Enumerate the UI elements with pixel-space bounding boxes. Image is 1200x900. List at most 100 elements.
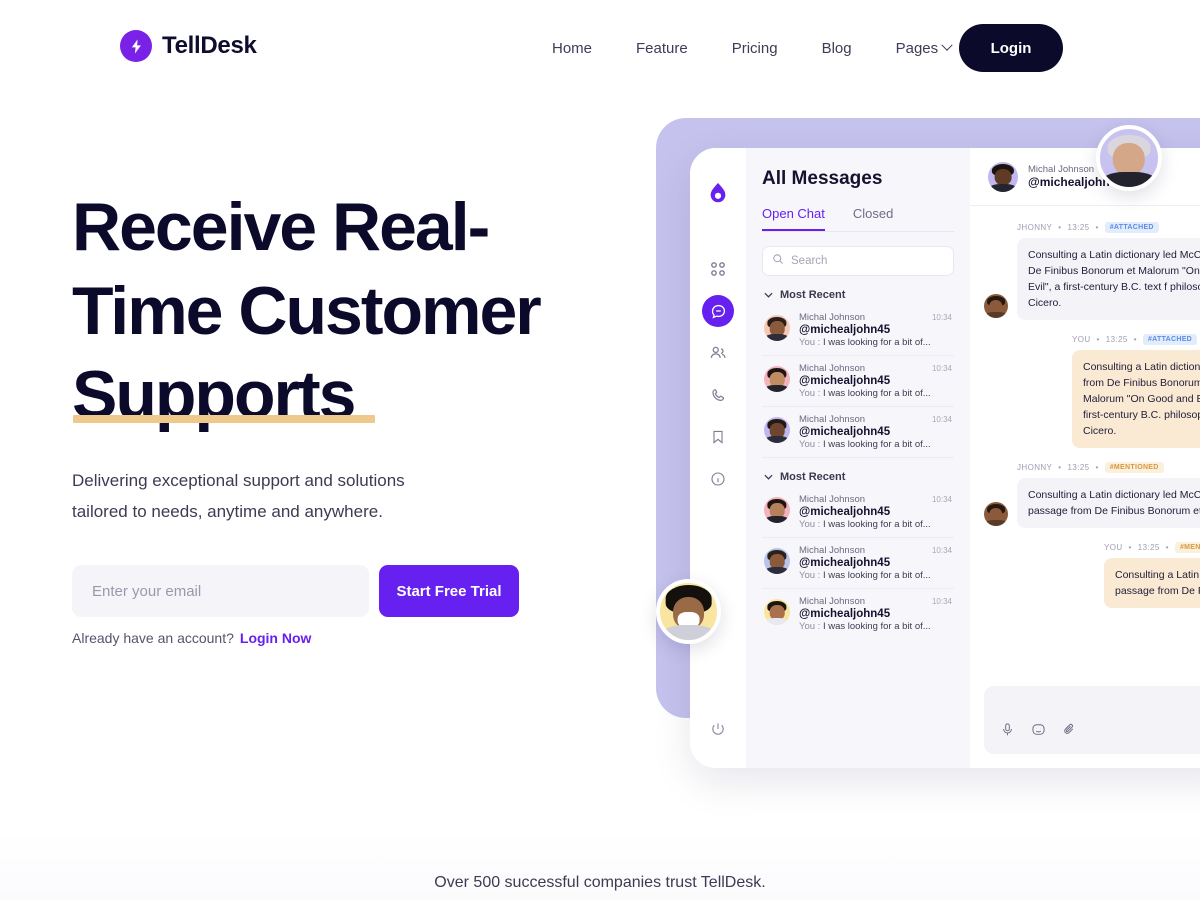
chat-bubble-icon[interactable] bbox=[702, 295, 734, 327]
preview-prefix: You : bbox=[799, 388, 821, 399]
message-group: JHONNY • 13:25 • #MENTIONED Consulting a L… bbox=[984, 462, 1200, 528]
login-button[interactable]: Login bbox=[959, 24, 1063, 72]
hero-copy: Receive Real- Time Customer Supports bbox=[72, 185, 612, 437]
trust-text: Over 500 successful companies trust Tell… bbox=[434, 874, 766, 891]
contact-handle: @michealjohn45 bbox=[799, 506, 891, 518]
message-author: YOU bbox=[1072, 335, 1091, 344]
timestamp: 10:34 bbox=[931, 546, 952, 555]
message-author: JHONNY bbox=[1017, 463, 1053, 472]
app-window: All Messages Open Chat Closed Most Recen… bbox=[690, 148, 1200, 768]
brand-logo[interactable]: TellDesk bbox=[120, 30, 257, 62]
timestamp: 10:34 bbox=[931, 364, 952, 373]
contact-handle: @michealjohn45 bbox=[799, 426, 891, 438]
contact-handle: @michealjohn45 bbox=[799, 608, 891, 620]
signup-form: Start Free Trial bbox=[72, 565, 519, 617]
chat-header: Michal Johnson @michealjohn45 bbox=[970, 148, 1200, 206]
message-author: YOU bbox=[1104, 543, 1123, 552]
list-item[interactable]: Michal Johnson 10:34 @michealjohn45 You :… bbox=[762, 487, 954, 538]
login-now-link[interactable]: Login Now bbox=[240, 630, 312, 646]
nav-label: Pages bbox=[895, 39, 939, 57]
message-composer[interactable] bbox=[984, 686, 1200, 754]
emoji-icon[interactable] bbox=[1031, 722, 1046, 742]
chat-panel: Michal Johnson @michealjohn45 JHONNY • 13… bbox=[970, 148, 1200, 768]
timestamp: 10:34 bbox=[931, 313, 952, 322]
message-meta: YOU• 13:25• #MENTIONED bbox=[1104, 542, 1200, 553]
list-item[interactable]: Michal Johnson 10:34 @michealjohn45 You :… bbox=[762, 356, 954, 407]
section-most-recent-2[interactable]: Most Recent bbox=[764, 471, 954, 483]
nav-label: Home bbox=[552, 39, 593, 57]
table-row: Consulting a Latin dic a passage from De… bbox=[984, 558, 1200, 608]
tab-open-chat[interactable]: Open Chat bbox=[762, 206, 825, 231]
contact-handle: @michealjohn45 bbox=[799, 557, 891, 569]
nav-label: Feature bbox=[636, 39, 688, 57]
preview-prefix: You : bbox=[799, 337, 821, 348]
contact-handle: @michealjohn45 bbox=[799, 375, 891, 387]
landing-page: TellDesk Home Feature Pricing Blog Pages… bbox=[0, 0, 1200, 900]
preview-text: I was looking for a bit of... bbox=[822, 570, 931, 581]
list-item[interactable]: Michal Johnson 10:34 @michealjohn45 You :… bbox=[762, 589, 954, 639]
phone-icon[interactable] bbox=[702, 379, 734, 411]
bookmark-icon[interactable] bbox=[702, 421, 734, 453]
contact-name: Michal Johnson bbox=[799, 494, 866, 505]
grid-dashboard-icon[interactable] bbox=[702, 253, 734, 285]
preview-prefix: You : bbox=[799, 519, 821, 530]
avatar bbox=[988, 161, 1018, 192]
hero-subtitle: Delivering exceptional support and solut… bbox=[72, 471, 405, 521]
start-free-trial-button[interactable]: Start Free Trial bbox=[379, 565, 519, 617]
floating-avatar-top-right bbox=[1096, 125, 1162, 191]
search-box[interactable] bbox=[762, 246, 954, 276]
section-most-recent-1[interactable]: Most Recent bbox=[764, 289, 954, 301]
timestamp: 10:34 bbox=[931, 495, 952, 504]
message-time: 13:25 bbox=[1137, 543, 1160, 552]
avatar bbox=[764, 417, 790, 443]
attachment-icon[interactable] bbox=[1062, 722, 1077, 742]
message-preview: You : I was looking for a bit of... bbox=[799, 337, 952, 348]
tab-closed[interactable]: Closed bbox=[853, 206, 893, 231]
nav-item-blog[interactable]: Blog bbox=[800, 36, 874, 60]
preview-text: I was looking for a bit of... bbox=[822, 621, 931, 632]
message-bubble: Consulting a Latin dictionary led Mc fro… bbox=[1072, 350, 1200, 448]
search-input[interactable] bbox=[791, 255, 944, 267]
preview-prefix: You : bbox=[799, 621, 821, 632]
nav-item-home[interactable]: Home bbox=[540, 36, 614, 60]
avatar bbox=[764, 315, 790, 341]
microphone-icon[interactable] bbox=[1000, 722, 1015, 742]
message-preview: You : I was looking for a bit of... bbox=[799, 570, 952, 581]
message-time: 13:25 bbox=[1067, 463, 1090, 472]
account-prompt: Already have an account? Login Now bbox=[72, 630, 311, 646]
section-label: Most Recent bbox=[780, 289, 846, 301]
message-meta: YOU • 13:25 • #ATTACHED bbox=[1072, 334, 1200, 345]
people-icon[interactable] bbox=[702, 337, 734, 369]
list-item[interactable]: Michal Johnson 10:34 @michealjohn45 You :… bbox=[762, 407, 954, 458]
status-badge: #MENTIONED bbox=[1104, 462, 1164, 473]
nav-item-feature[interactable]: Feature bbox=[614, 36, 710, 60]
info-circle-icon[interactable] bbox=[702, 463, 734, 495]
avatar bbox=[984, 294, 1008, 318]
message-bubble: Consulting a Latin dic a passage from De… bbox=[1104, 558, 1200, 608]
status-badge: #ATTACHED bbox=[1142, 334, 1198, 345]
main-nav: Home Feature Pricing Blog Pages bbox=[540, 36, 973, 60]
table-row: Consulting a Latin dictionary led McClin… bbox=[984, 478, 1200, 528]
preview-prefix: You : bbox=[799, 439, 821, 450]
contact-name: Michal Johnson bbox=[799, 312, 866, 323]
preview-text: I was looking for a bit of... bbox=[822, 519, 931, 530]
nav-item-pricing[interactable]: Pricing bbox=[710, 36, 800, 60]
message-bubble: Consulting a Latin dictionary led McClin… bbox=[1017, 478, 1200, 528]
list-item[interactable]: Michal Johnson 10:34 @michealjohn45 You :… bbox=[762, 538, 954, 589]
power-icon[interactable] bbox=[710, 721, 726, 742]
contact-handle: @michealjohn45 bbox=[799, 324, 891, 336]
lightning-bolt-icon bbox=[120, 30, 152, 62]
chevron-down-icon bbox=[764, 471, 773, 483]
contact-name: Michal Johnson bbox=[799, 414, 866, 425]
message-preview: You : I was looking for a bit of... bbox=[799, 519, 952, 530]
app-sidebar bbox=[690, 148, 746, 768]
brand-name: TellDesk bbox=[162, 32, 257, 59]
messages-panel-title: All Messages bbox=[762, 168, 883, 189]
message-group: JHONNY • 13:25 • #ATTACHED Consulting a La… bbox=[984, 222, 1200, 320]
message-time: 13:25 bbox=[1067, 223, 1090, 232]
chevron-down-icon bbox=[764, 289, 773, 301]
avatar bbox=[764, 548, 790, 574]
droplet-icon bbox=[707, 182, 729, 211]
email-field[interactable] bbox=[72, 565, 369, 617]
list-item[interactable]: Michal Johnson 10:34 @michealjohn45 You :… bbox=[762, 305, 954, 356]
